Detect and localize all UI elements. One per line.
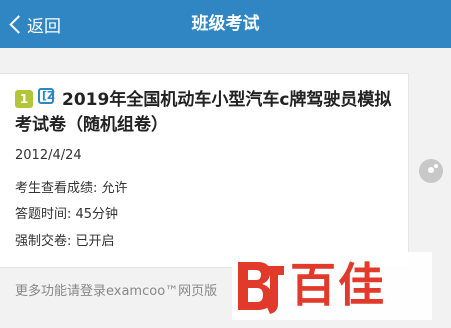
more-icon (428, 167, 434, 173)
page-title: 班级考试 (191, 14, 260, 34)
exam-type-icon: [Z (38, 88, 56, 104)
watermark-logo: 百佳 (232, 252, 432, 320)
more-icon-dot (434, 164, 438, 168)
exam-number-badge: 1 (15, 90, 33, 108)
footer-hint: 更多功能请登录examcoo™网页版 (15, 284, 218, 299)
exam-card[interactable]: 1 [Z 2019年全国机动车小型汽车c牌驾驶员模拟考试卷（随机组卷） 2012/4… (0, 73, 409, 268)
watermark-text: 百佳 (290, 258, 386, 312)
exam-force-submit: 强制交卷: 已开启 (15, 234, 115, 249)
top-nav-bar: 返回 班级考试 (0, 0, 451, 48)
exam-view-results: 考生查看成绩: 允许 (15, 181, 128, 196)
exam-type-glyph: [Z (42, 89, 56, 102)
exam-duration: 答题时间: 45分钟 (15, 207, 119, 222)
exam-date: 2012/4/24 (15, 148, 82, 163)
side-action-button[interactable] (419, 159, 443, 183)
watermark-mark-icon (238, 262, 284, 314)
exam-title: 2019年全国机动车小型汽车c牌驾驶员模拟考试卷（随机组卷） (15, 90, 392, 135)
exam-title-row[interactable]: 1 [Z 2019年全国机动车小型汽车c牌驾驶员模拟考试卷（随机组卷） (15, 88, 395, 138)
